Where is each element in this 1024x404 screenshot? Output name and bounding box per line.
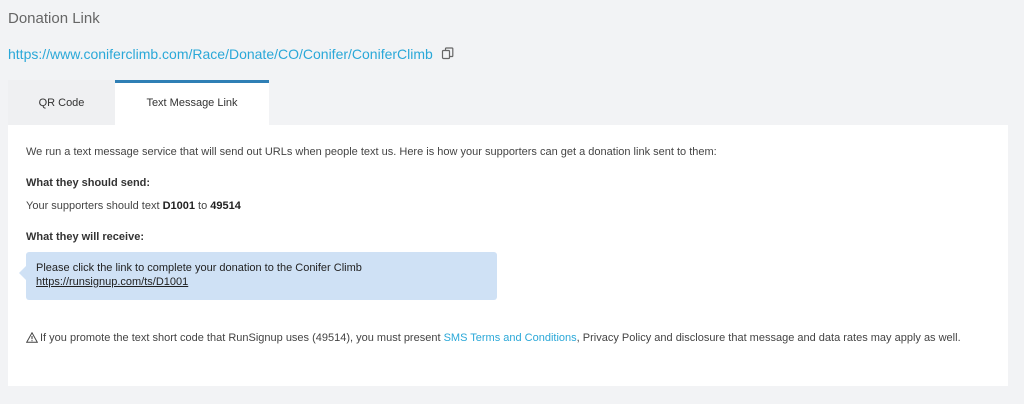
send-number: 49514 [210, 200, 241, 212]
compliance-notice: If you promote the text short code that … [25, 330, 986, 349]
intro-text: We run a text message service that will … [26, 146, 717, 158]
copy-icon[interactable] [441, 47, 455, 61]
send-instruction: Your supporters should text D1001 to 495… [26, 200, 241, 212]
tab-text-message-link[interactable]: Text Message Link [115, 80, 269, 125]
text-message-panel: We run a text message service that will … [8, 125, 1008, 386]
sms-terms-link[interactable]: SMS Terms and Conditions [444, 332, 577, 344]
send-middle: to [195, 200, 211, 212]
message-text: Please click the link to complete your d… [36, 262, 362, 274]
send-code: D1001 [162, 200, 195, 212]
tab-bar: QR Code Text Message Link [8, 80, 269, 125]
message-link[interactable]: https://runsignup.com/ts/D1001 [36, 276, 188, 288]
message-bubble: Please click the link to complete your d… [19, 252, 497, 300]
receive-heading: What they will receive: [26, 231, 144, 243]
section-title: Donation Link [8, 10, 100, 27]
donation-url-row: https://www.coniferclimb.com/Race/Donate… [8, 46, 455, 62]
notice-before: If you promote the text short code that … [40, 332, 444, 344]
warning-icon [25, 331, 39, 349]
tab-qr-code[interactable]: QR Code [8, 80, 115, 125]
notice-after: , Privacy Policy and disclosure that mes… [576, 332, 961, 344]
send-prefix: Your supporters should text [26, 200, 163, 212]
send-heading: What they should send: [26, 177, 151, 189]
donation-url-link[interactable]: https://www.coniferclimb.com/Race/Donate… [8, 46, 433, 62]
